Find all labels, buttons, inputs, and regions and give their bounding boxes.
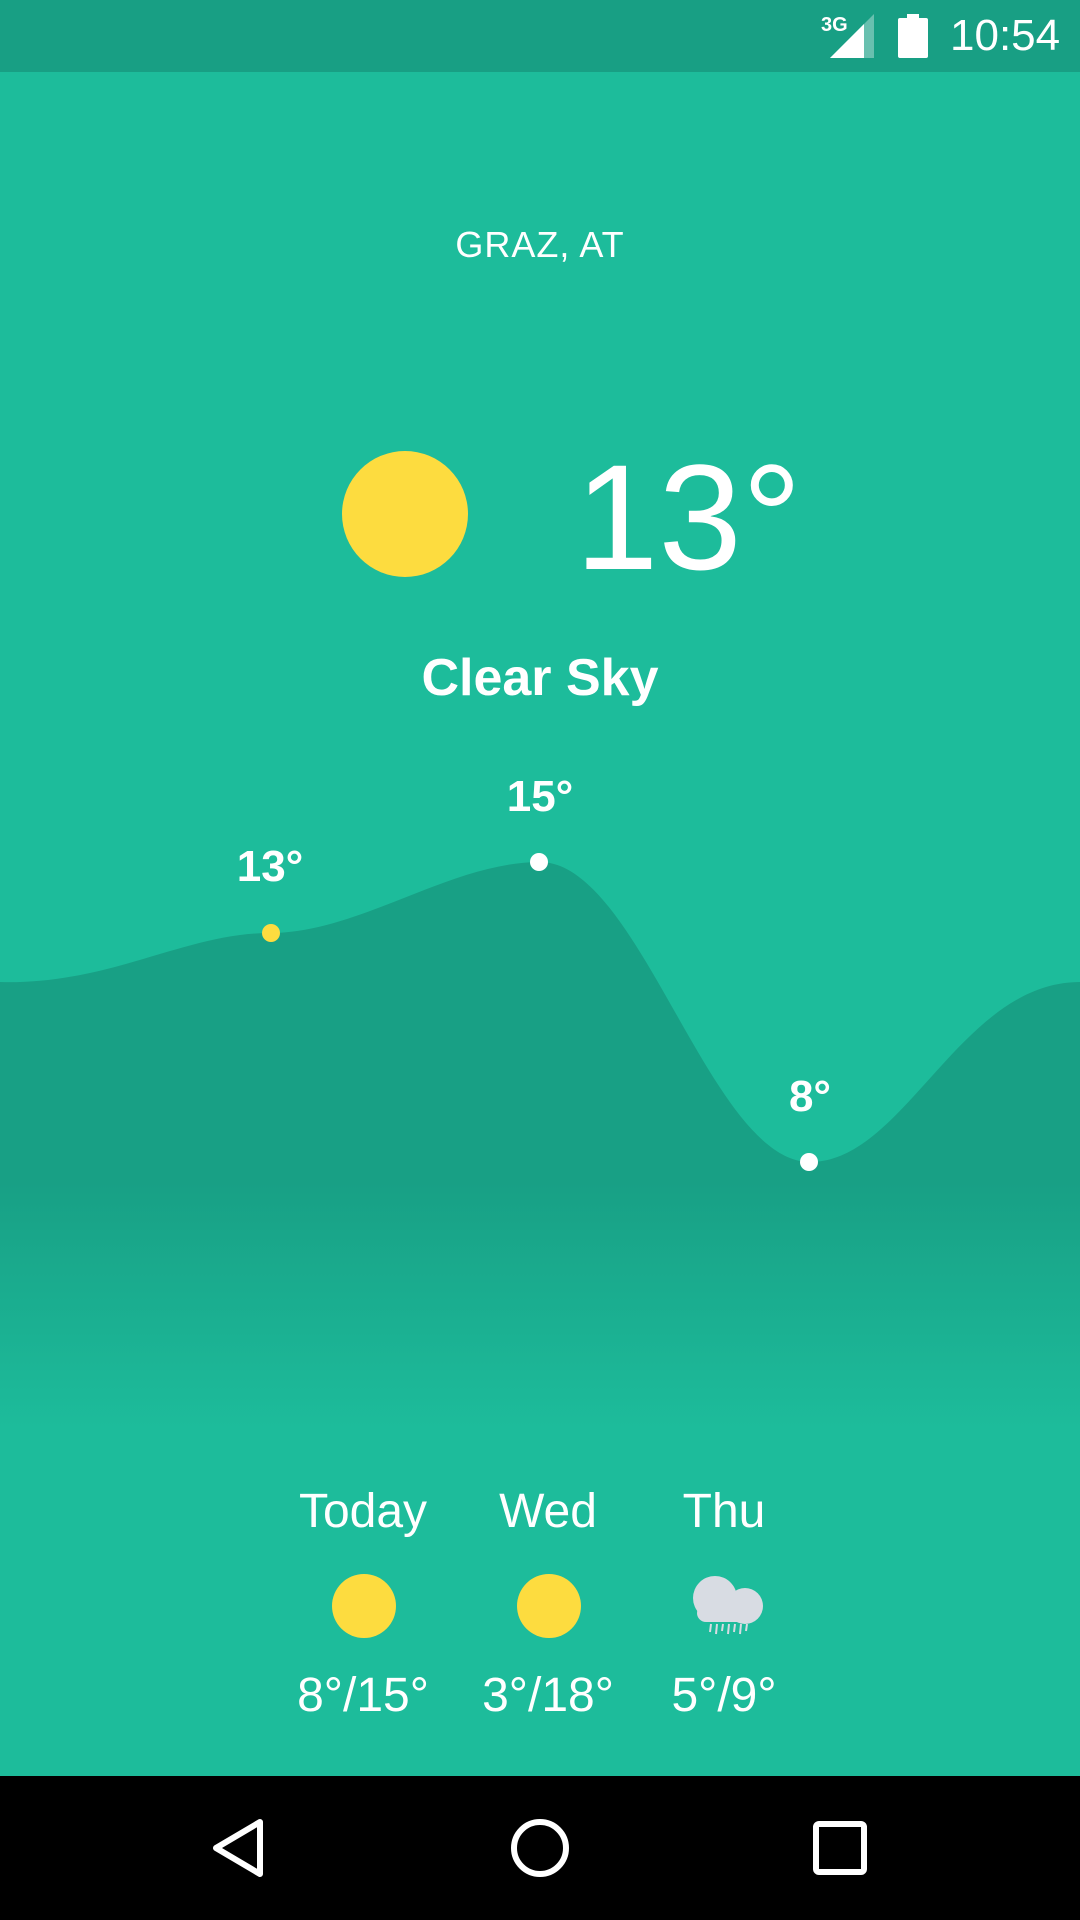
- graph-point-label: 15°: [506, 772, 574, 821]
- graph-point-dot: [530, 853, 548, 871]
- back-icon[interactable]: [208, 1816, 272, 1880]
- clock: 10:54: [950, 11, 1061, 60]
- sun-icon: [517, 1574, 581, 1638]
- graph-point-label: 13°: [236, 842, 304, 891]
- navigation-bar: [0, 1776, 1080, 1920]
- current-temperature: 13°: [575, 433, 802, 601]
- graph-point-label: 8°: [788, 1072, 832, 1121]
- forecast-temperature-range: 5°/9°: [671, 1669, 777, 1722]
- forecast-thu[interactable]: Thu 5°/9°: [614, 1484, 834, 1724]
- sun-icon: [332, 1574, 396, 1638]
- graph-point-dot: [262, 924, 280, 942]
- forecast-day-label: Thu: [682, 1485, 766, 1538]
- status-bar: 3G 10:54: [0, 0, 1080, 72]
- recents-icon[interactable]: [808, 1816, 872, 1880]
- graph-point-dot: [800, 1153, 818, 1171]
- location-label: GRAZ, AT: [455, 224, 625, 265]
- rain-cloud-icon: [693, 1576, 763, 1635]
- weather-condition: Clear Sky: [421, 649, 659, 707]
- home-icon[interactable]: [508, 1816, 572, 1880]
- sun-icon: [342, 451, 468, 577]
- signal-icon: [830, 14, 874, 58]
- battery-icon: [898, 14, 928, 58]
